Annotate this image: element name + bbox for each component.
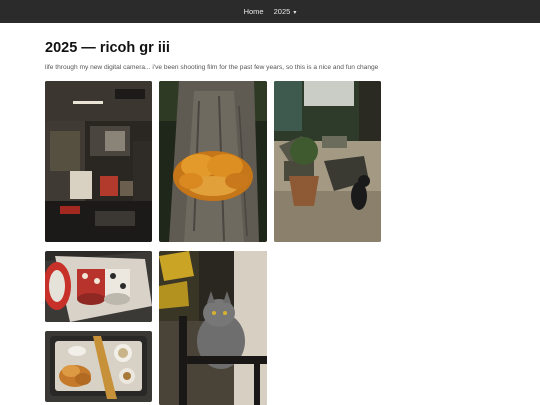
photo-image [159,81,267,242]
top-navigation-bar: Home 2025 ▾ [0,0,540,23]
photo-image [45,331,152,402]
page-subtitle: life through my new digital camera... i'… [45,64,379,71]
chevron-down-icon: ▾ [293,10,297,16]
gallery-photo-breakfast[interactable] [45,331,152,402]
page-title: 2025 — ricoh gr iii [45,40,170,56]
photo-image [45,81,152,242]
gallery-photo-workshop[interactable] [45,81,152,242]
gallery-photo-grey-cat[interactable] [159,251,267,405]
gallery-photo-tree-fungus[interactable] [159,81,267,242]
photo-image [159,251,267,405]
gallery-photo-garden-cat[interactable] [274,81,381,242]
nav-year-label: 2025 [273,7,291,16]
photo-image [45,251,152,322]
photo-image [274,81,381,242]
nav-year-dropdown[interactable]: 2025 ▾ [274,7,297,16]
nav-home-link[interactable]: Home [244,7,264,16]
gallery-photo-mugs[interactable] [45,251,152,322]
